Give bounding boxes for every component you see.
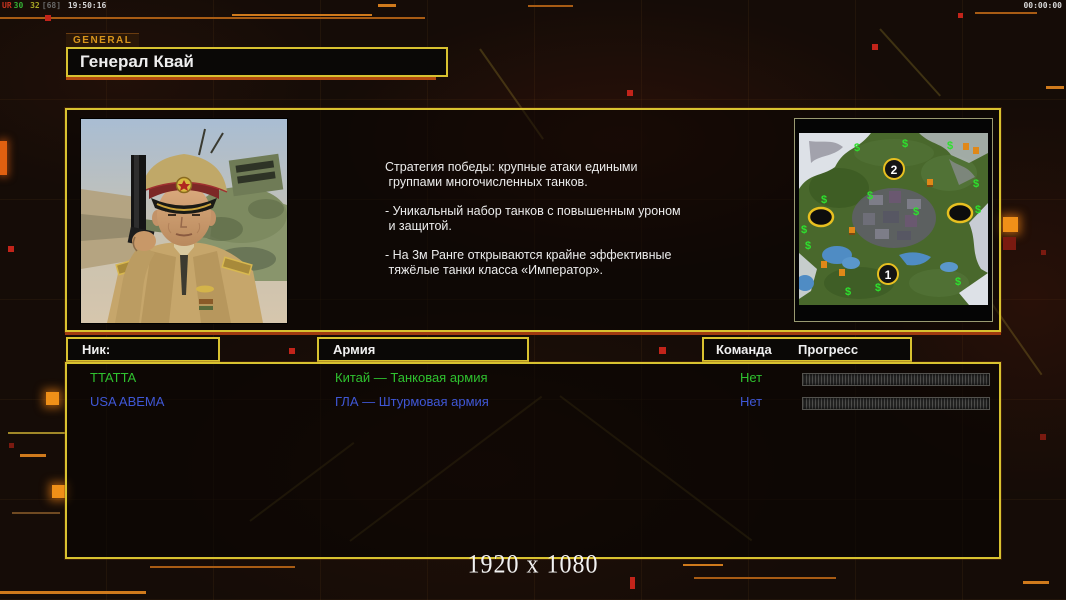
general-title: Генерал Квай <box>66 47 448 77</box>
column-header-army: Армия <box>317 337 529 362</box>
supply-icon: $ <box>801 224 807 236</box>
deco-square <box>8 246 14 252</box>
team-header-label: Команда <box>716 342 772 357</box>
progress-bar <box>802 373 990 386</box>
description-paragraph: - Уникальный набор танков с повышенным у… <box>385 204 681 233</box>
tab-general: GENERAL <box>66 33 140 47</box>
deco-bar <box>0 141 7 175</box>
general-info-panel: Стратегия победы: крупные атаки едиными … <box>65 108 1001 332</box>
perf-clock: 19:50:16 <box>67 1 107 10</box>
supply-icon: $ <box>805 240 811 252</box>
description-paragraph: - На 3м Ранге открываются крайне эффекти… <box>385 248 672 277</box>
player-nick: USA ABEMA <box>90 394 165 409</box>
supply-icon: $ <box>902 138 908 150</box>
deco-line <box>975 12 1037 14</box>
deco-line <box>8 432 66 434</box>
player-team: Нет <box>740 394 763 409</box>
deco-square <box>9 443 14 448</box>
perf-ping: 32 <box>30 1 40 10</box>
minimap: 2 1 $ $ $ $ $ $ $ $ $ $ $ $ $ <box>794 118 993 322</box>
supply-icon: $ <box>975 204 981 216</box>
deco-line <box>12 512 60 514</box>
general-portrait-illustration <box>81 119 287 323</box>
supply-icon: $ <box>854 142 860 154</box>
supply-icon: $ <box>955 276 961 288</box>
deco-line <box>20 454 46 457</box>
supply-icon: $ <box>875 282 881 294</box>
deco-square <box>1003 217 1018 232</box>
player-nick: TTATTA <box>90 370 137 385</box>
deco-line <box>528 5 573 7</box>
supply-icon: $ <box>821 194 827 206</box>
deco-square <box>872 44 878 50</box>
nick-header-label: Ник: <box>82 342 111 357</box>
deco-line <box>1023 581 1049 584</box>
deco-square <box>958 13 963 18</box>
description-paragraph: Стратегия победы: крупные атаки едиными … <box>385 160 638 189</box>
deco-square <box>1041 250 1046 255</box>
player-army: Китай — Танковая армия <box>335 370 488 385</box>
player-row: TTATTA Китай — Танковая армия Нет <box>67 366 999 390</box>
perf-extra: [68] <box>41 1 62 10</box>
deco-trace <box>879 28 941 97</box>
deco-square <box>1003 237 1016 250</box>
player-army: ГЛА — Штурмовая армия <box>335 394 489 409</box>
player-row: USA ABEMA ГЛА — Штурмовая армия Нет <box>67 390 999 414</box>
deco-square <box>289 348 295 354</box>
deco-square <box>627 90 633 96</box>
deco-line <box>378 4 396 7</box>
match-timer: 00:00:00 <box>1023 1 1062 10</box>
column-header-team-progress: Команда Прогресс <box>702 337 912 362</box>
supply-icon: $ <box>973 178 979 190</box>
progress-header-label: Прогресс <box>798 342 859 357</box>
supply-icon: $ <box>867 190 873 202</box>
column-header-nick: Ник: <box>66 337 220 362</box>
spawn-label-1: 1 <box>885 268 892 282</box>
deco-square <box>1040 434 1046 440</box>
player-team: Нет <box>740 370 763 385</box>
supply-icon: $ <box>947 140 953 152</box>
deco-square <box>52 485 65 498</box>
perf-fps: 30 <box>13 1 24 10</box>
general-portrait <box>80 118 288 324</box>
supply-icon: $ <box>845 286 851 298</box>
deco-line <box>0 591 146 594</box>
army-header-label: Армия <box>333 342 376 357</box>
performance-overlay: UR 30 32 [68] 19:50:16 <box>2 1 108 10</box>
deco-square <box>45 15 51 21</box>
player-list-panel: TTATTA Китай — Танковая армия Нет USA AB… <box>65 362 1001 559</box>
minimap-illustration: 2 1 $ $ $ $ $ $ $ $ $ $ $ $ $ <box>799 133 988 305</box>
perf-label: UR <box>2 1 12 10</box>
panel-divider <box>65 332 1001 335</box>
deco-square <box>659 347 666 354</box>
progress-bar <box>802 397 990 410</box>
spawn-label-2: 2 <box>891 163 898 177</box>
minimap-city <box>852 188 936 248</box>
title-underline <box>66 77 436 80</box>
deco-square <box>46 392 59 405</box>
deco-line <box>232 14 372 16</box>
general-description: Стратегия победы: крупные атаки едиными … <box>385 160 725 292</box>
supply-icon: $ <box>913 206 919 218</box>
deco-line <box>1046 86 1064 89</box>
deco-line <box>0 17 425 19</box>
resolution-watermark: 1920 x 1080 <box>467 550 599 579</box>
